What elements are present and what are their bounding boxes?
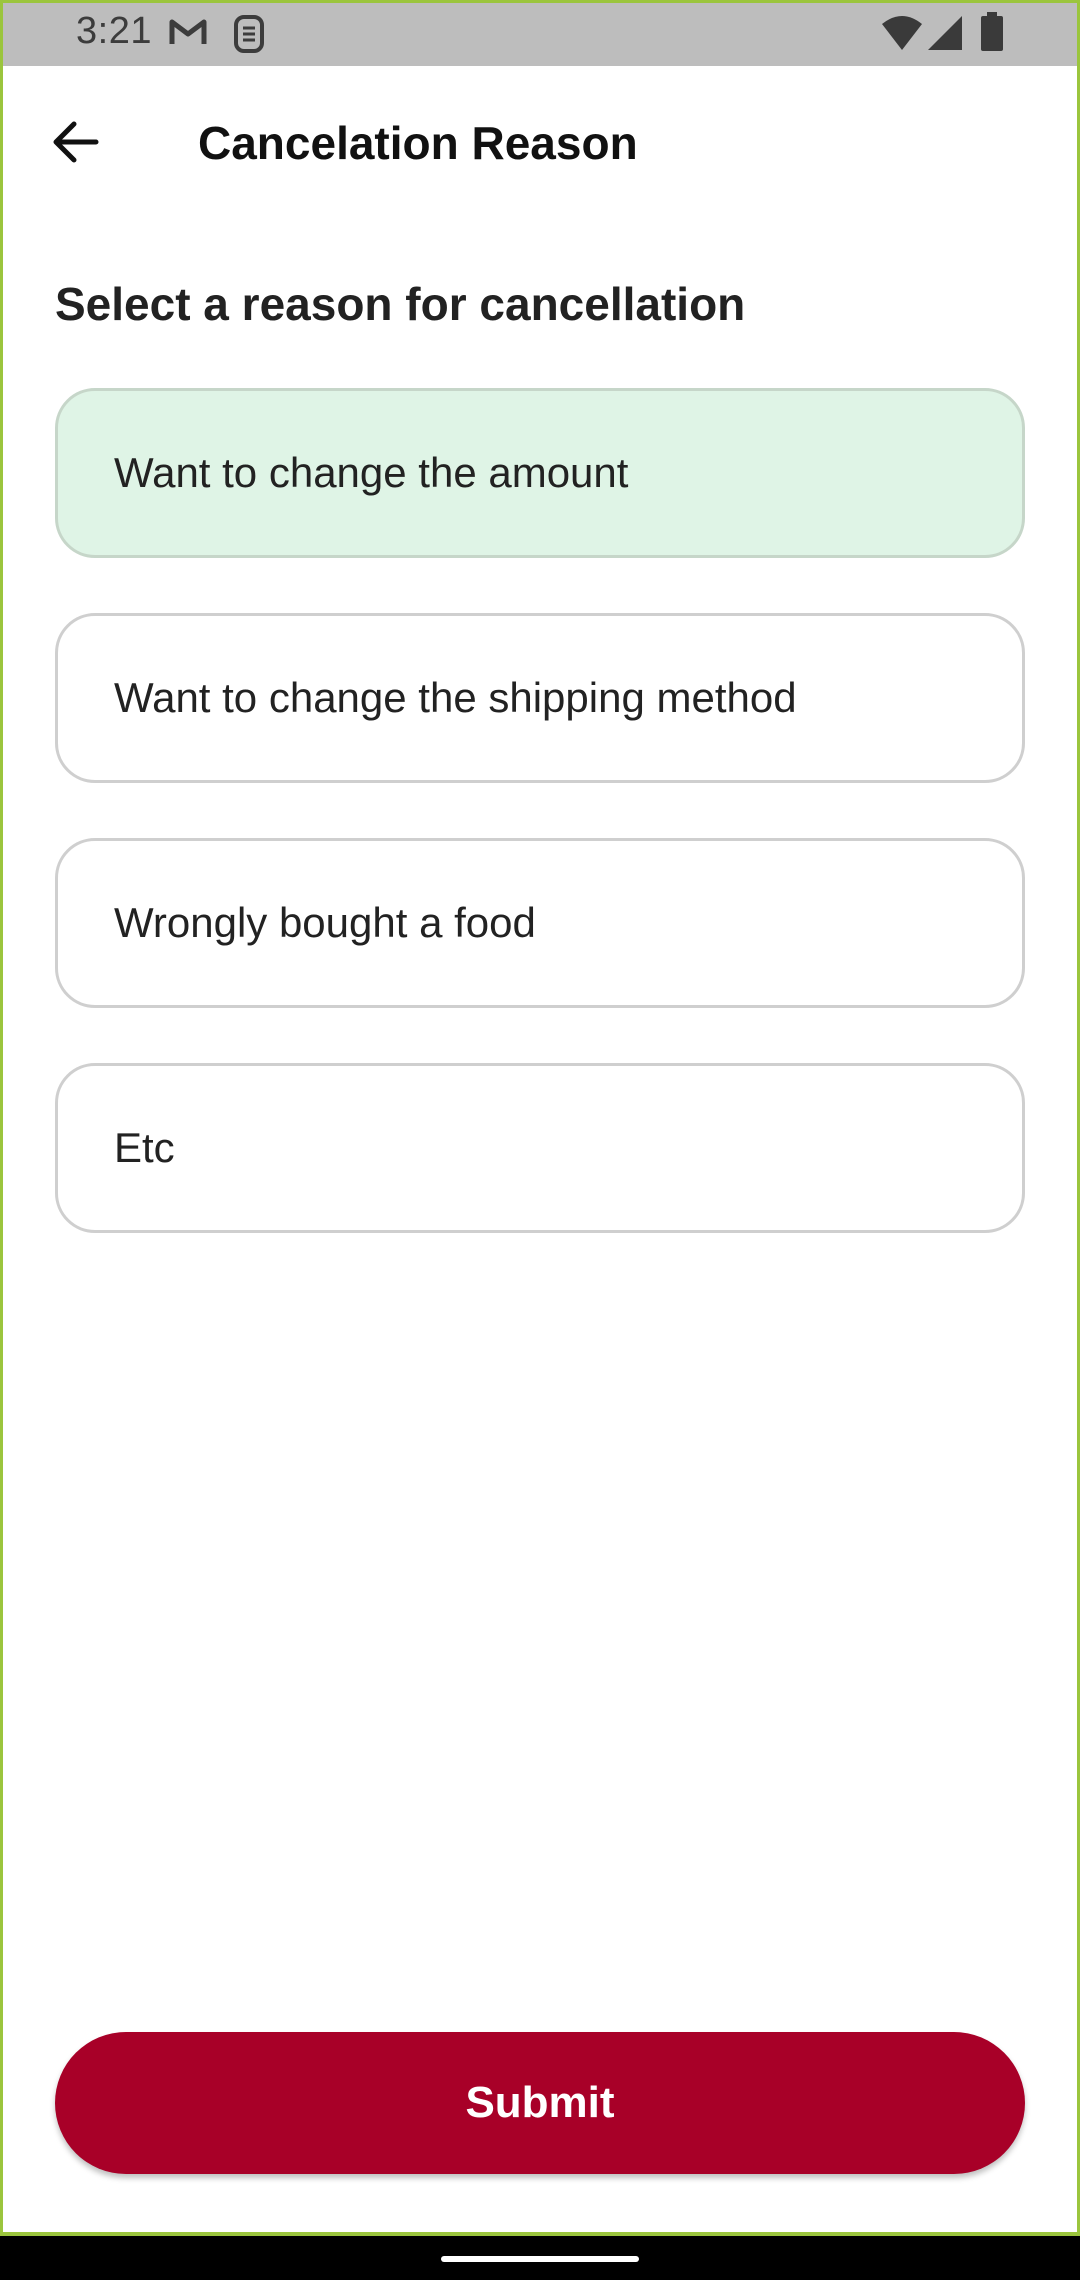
navigation-bar bbox=[0, 2236, 1080, 2280]
gesture-handle[interactable] bbox=[441, 2256, 639, 2262]
reason-option-change-amount[interactable]: Want to change the amount bbox=[55, 388, 1025, 558]
reason-option-change-shipping[interactable]: Want to change the shipping method bbox=[55, 613, 1025, 783]
arrow-back-icon bbox=[52, 120, 100, 169]
gmail-icon bbox=[168, 14, 208, 55]
page-title: Cancelation Reason bbox=[198, 117, 638, 169]
reason-list: Want to change the amount Want to change… bbox=[55, 388, 1025, 1288]
battery-icon bbox=[980, 12, 1004, 57]
reason-option-etc[interactable]: Etc bbox=[55, 1063, 1025, 1233]
status-bar: 3:21 bbox=[0, 0, 1080, 66]
sim-toolkit-icon bbox=[232, 14, 266, 59]
section-title: Select a reason for cancellation bbox=[55, 278, 746, 330]
cell-signal-icon bbox=[926, 14, 964, 57]
wifi-icon bbox=[880, 14, 924, 57]
back-button[interactable] bbox=[40, 108, 112, 180]
submit-button[interactable]: Submit bbox=[55, 2032, 1025, 2174]
status-time: 3:21 bbox=[76, 10, 152, 52]
reason-option-wrongly-bought[interactable]: Wrongly bought a food bbox=[55, 838, 1025, 1008]
